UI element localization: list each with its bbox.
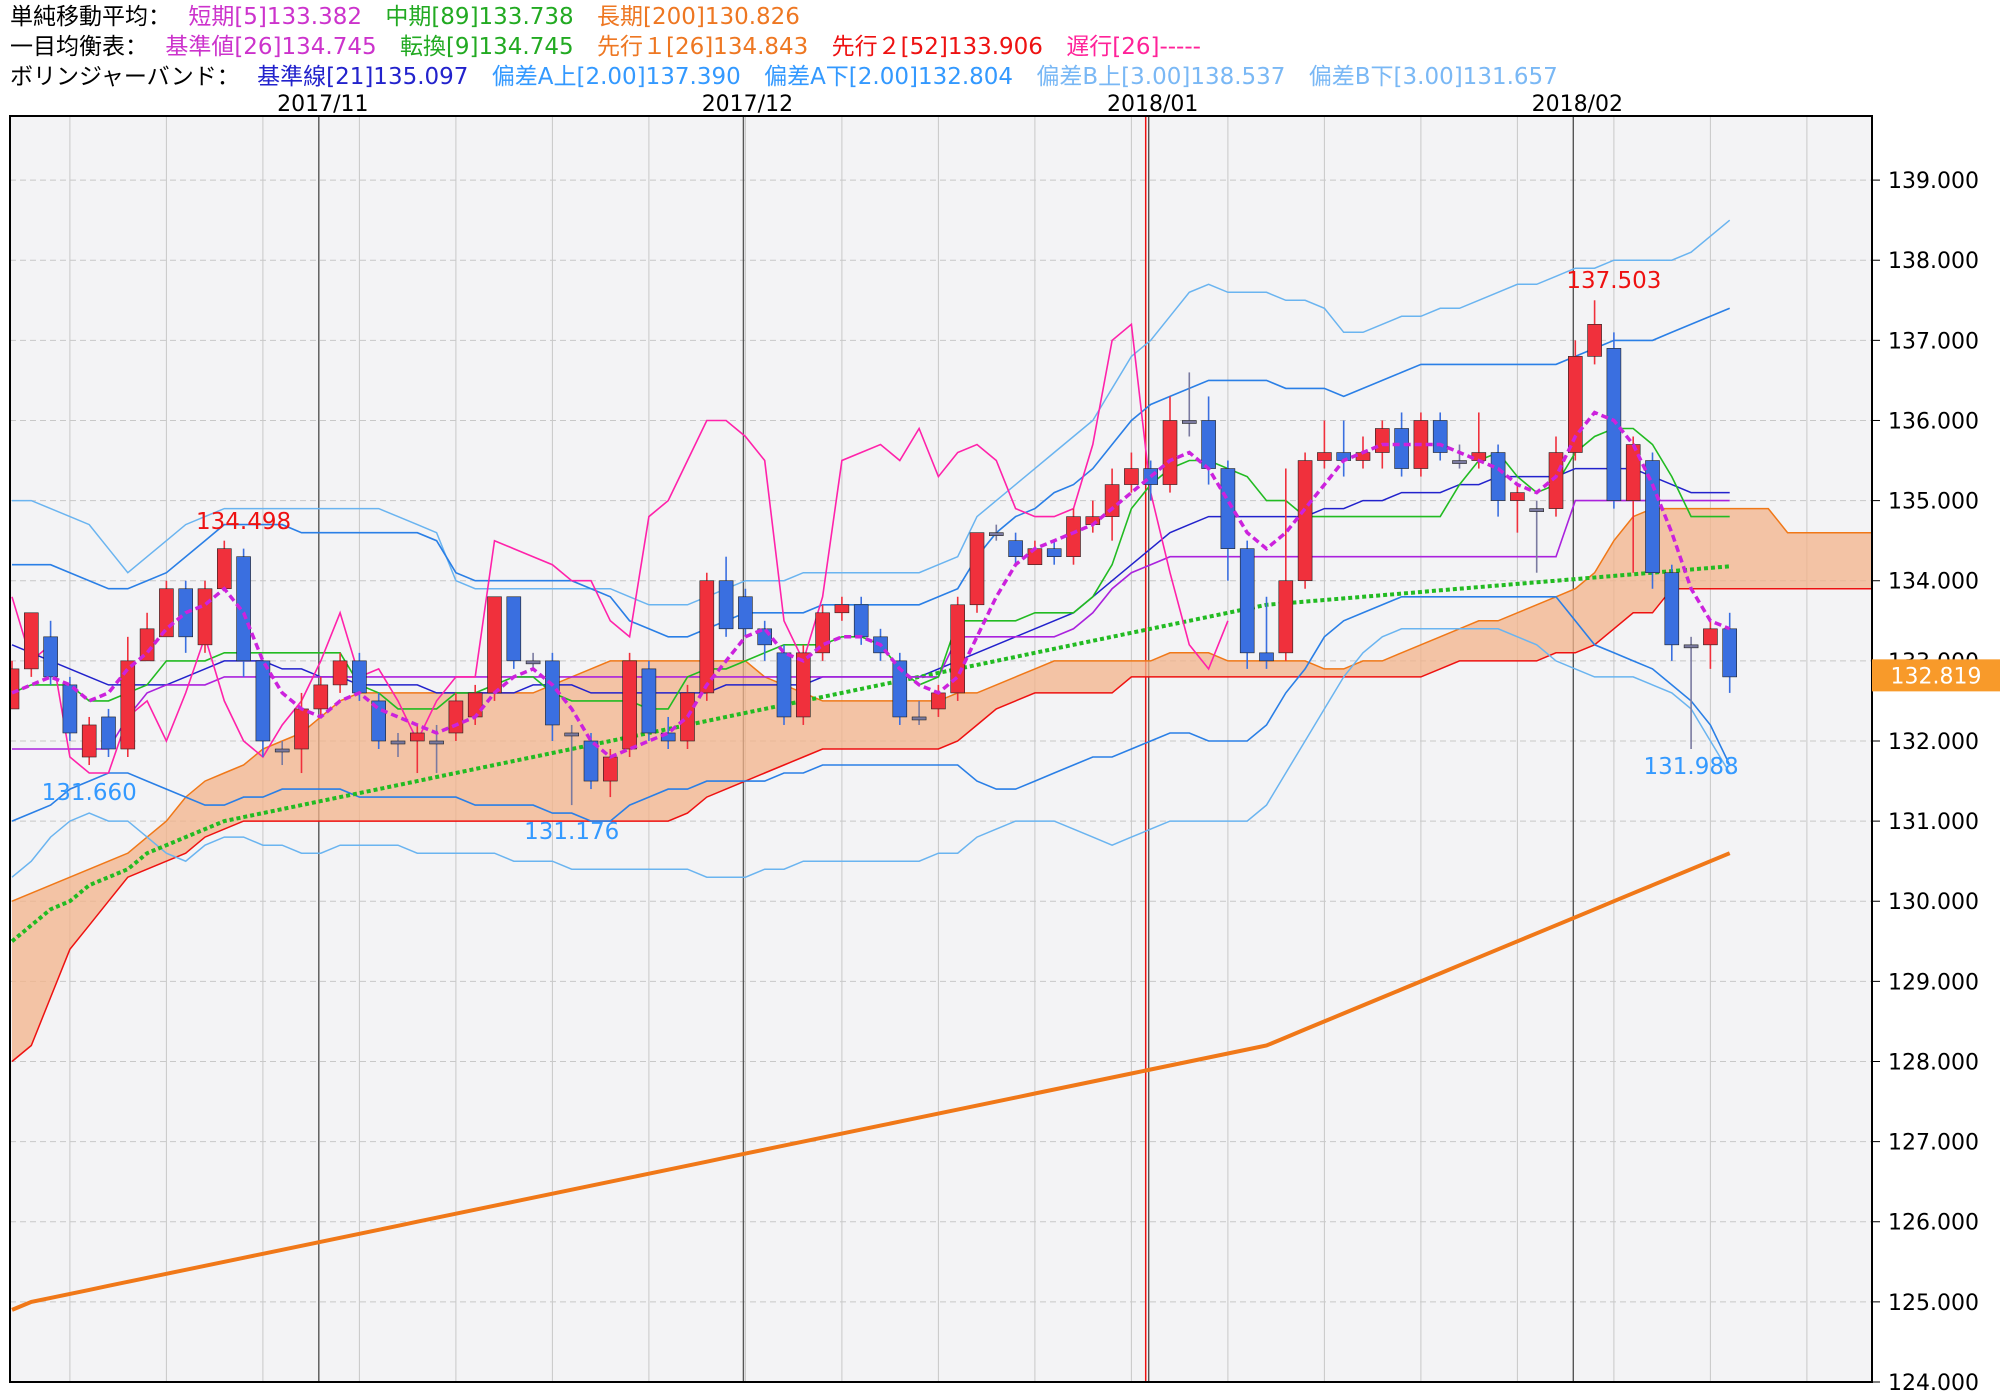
x-month-label: 2018/01: [1107, 92, 1198, 117]
candle-body: [988, 532, 1004, 536]
candle-body: [1278, 580, 1294, 654]
candlestick-chart[interactable]: 124.000 125.000 126.000 127.000 128.000 129.0…: [0, 0, 2006, 1392]
candle-body: [1529, 508, 1544, 512]
price-annotation: 131.176: [524, 819, 619, 845]
candle-body: [10, 668, 20, 710]
candle-body: [1587, 324, 1602, 357]
candle-body: [1548, 452, 1564, 509]
y-tick-label: 132.000: [1888, 730, 1979, 755]
candle-body: [853, 604, 869, 638]
candle-body: [159, 588, 174, 638]
y-tick-label: 139.000: [1888, 169, 1979, 194]
candle-body: [911, 716, 927, 721]
candle-body: [680, 692, 695, 742]
x-month-label: 2017/11: [277, 92, 368, 117]
candle-body: [1220, 468, 1236, 549]
candle-body: [1008, 540, 1023, 557]
candle-body: [931, 692, 946, 710]
y-tick-label: 138.000: [1888, 249, 1979, 274]
candle-body: [1394, 428, 1409, 469]
candle-body: [1606, 348, 1622, 501]
candle-body: [1162, 420, 1178, 485]
candle-body: [738, 596, 753, 630]
candle-body: [313, 684, 329, 710]
y-tick-label: 137.000: [1888, 329, 1979, 354]
candle-body: [969, 532, 985, 606]
candle-body: [429, 740, 444, 745]
candle-body: [1239, 548, 1255, 654]
y-tick-label: 125.000: [1888, 1291, 1979, 1316]
y-tick-label: 124.000: [1888, 1371, 1979, 1392]
y-tick-label: 131.000: [1888, 810, 1979, 835]
candle-body: [197, 588, 213, 646]
candle-body: [1182, 420, 1197, 424]
price-annotation: 131.988: [1644, 754, 1739, 780]
price-annotation: 134.498: [196, 509, 291, 535]
candle-body: [1452, 460, 1467, 464]
candle-body: [1046, 548, 1062, 557]
candle-body: [43, 636, 58, 678]
candle-body: [467, 692, 483, 718]
candle-body: [274, 748, 290, 753]
candle-body: [1683, 644, 1699, 649]
price-annotation: 131.660: [42, 780, 137, 806]
x-month-label: 2017/12: [702, 92, 793, 117]
candle-body: [1201, 420, 1216, 469]
candle-body: [1027, 548, 1043, 566]
candle-body: [506, 596, 522, 662]
candle-body: [409, 732, 425, 742]
candle-body: [23, 612, 39, 670]
y-tick-label: 135.000: [1888, 490, 1979, 515]
candle-body: [1510, 492, 1525, 501]
candle-body: [1432, 420, 1448, 453]
candle-body: [487, 596, 502, 694]
candle-body: [352, 660, 367, 694]
candle-body: [1664, 572, 1680, 646]
candle-body: [1722, 628, 1737, 678]
candle-body: [602, 756, 618, 782]
y-tick-label: 127.000: [1888, 1131, 1979, 1156]
candle-body: [390, 740, 406, 745]
candle-body: [81, 724, 97, 758]
candle-body: [1625, 444, 1641, 501]
candle-body: [1375, 428, 1390, 453]
y-tick-label: 134.000: [1888, 570, 1979, 595]
y-tick-label: 126.000: [1888, 1211, 1979, 1236]
y-tick-label: 128.000: [1888, 1050, 1979, 1075]
candle-body: [564, 732, 580, 737]
candle-body: [62, 684, 78, 734]
candle-body: [1124, 468, 1139, 485]
current-price-label: 132.819: [1891, 664, 1982, 689]
candle-body: [332, 660, 348, 686]
candle-body: [1703, 628, 1718, 646]
candle-body: [718, 580, 734, 630]
candle-body: [1259, 652, 1274, 662]
candle-body: [101, 716, 116, 750]
y-tick-label: 130.000: [1888, 890, 1979, 915]
candle-body: [1066, 516, 1081, 557]
candle-body: [217, 548, 232, 590]
candle-body: [776, 652, 792, 718]
candle-body: [255, 660, 271, 742]
candle-body: [1317, 452, 1332, 461]
y-tick-label: 136.000: [1888, 409, 1979, 434]
candle-body: [622, 660, 637, 750]
candle-body: [1297, 460, 1313, 582]
y-tick-label: 129.000: [1888, 970, 1979, 995]
candle-body: [525, 660, 541, 665]
x-month-label: 2018/02: [1532, 92, 1623, 117]
candle-body: [448, 700, 464, 734]
candle-body: [294, 708, 309, 750]
candle-body: [834, 604, 850, 614]
price-annotation: 137.503: [1566, 268, 1661, 294]
candle-body: [1104, 484, 1120, 517]
candle-body: [641, 668, 657, 734]
candle-body: [1490, 452, 1506, 501]
